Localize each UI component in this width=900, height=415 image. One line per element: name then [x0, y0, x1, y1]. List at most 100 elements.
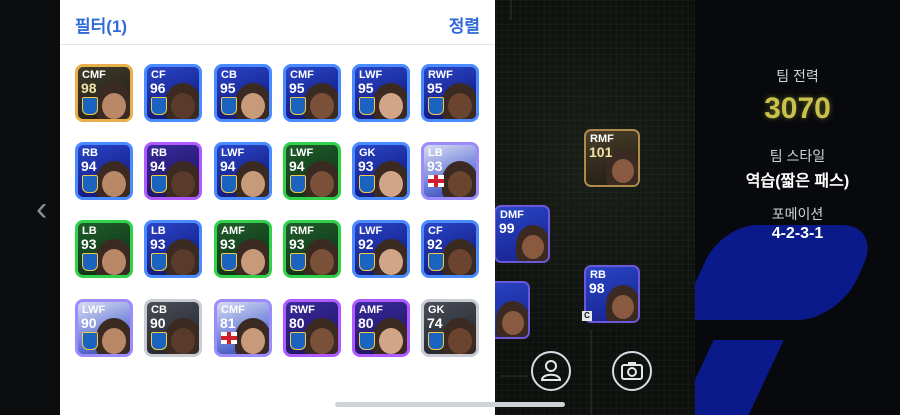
player-portrait — [442, 161, 476, 197]
player-portrait — [235, 83, 269, 119]
player-rating: 93 — [427, 158, 443, 174]
player-card[interactable]: GK 93 — [352, 142, 410, 200]
player-card[interactable]: LWF 94 — [283, 142, 341, 200]
player-card[interactable]: LWF 90 — [75, 299, 133, 357]
player-rating: 90 — [150, 315, 166, 331]
player-portrait — [442, 239, 476, 275]
player-rating: 93 — [150, 236, 166, 252]
player-card[interactable]: LWF 94 — [214, 142, 272, 200]
player-card[interactable]: LB 93 — [144, 220, 202, 278]
player-rating: 90 — [81, 315, 97, 331]
player-card[interactable]: CF 96 — [144, 64, 202, 122]
player-rating: 98 — [589, 280, 605, 296]
player-rating: 99 — [499, 220, 515, 236]
formation-label: 포메이션 — [771, 206, 824, 222]
player-card[interactable]: RMF 93 — [283, 220, 341, 278]
formation-value: 4-2-3-1 — [771, 225, 824, 242]
player-card[interactable]: CB 90 — [144, 299, 202, 357]
club-badge-icon — [290, 175, 306, 193]
filter-button[interactable]: 필터(1) — [75, 12, 127, 37]
team-strength-label: 팀 전력 — [776, 68, 819, 84]
england-flag-icon — [221, 332, 237, 344]
club-badge-icon — [428, 332, 444, 350]
player-rating: 80 — [358, 315, 374, 331]
player-portrait — [516, 225, 548, 261]
player-card[interactable]: RWF 80 — [283, 299, 341, 357]
player-rating: 101 — [589, 144, 613, 160]
player-card[interactable]: AMF 80 — [352, 299, 410, 357]
player-portrait — [165, 318, 199, 354]
player-card[interactable]: RB 94 — [144, 142, 202, 200]
field-player-card[interactable]: DMF 99 — [494, 205, 550, 263]
club-badge-icon — [151, 332, 167, 350]
england-flag-icon — [428, 175, 444, 187]
player-card[interactable]: CMF 98 — [75, 64, 133, 122]
player-rating: 95 — [358, 80, 374, 96]
player-portrait — [165, 239, 199, 275]
player-card[interactable]: CB 95 — [214, 64, 272, 122]
player-card[interactable]: LB 93 — [421, 142, 479, 200]
field-player-card[interactable]: RB 98 — [584, 265, 640, 323]
background-shape — [695, 340, 784, 415]
chevron-left-icon[interactable]: ‹ — [36, 192, 47, 226]
player-rating: 94 — [81, 158, 97, 174]
player-card[interactable]: CMF 81 — [214, 299, 272, 357]
panel-header: 필터(1) 정렬 — [60, 0, 495, 45]
player-card[interactable]: CF 92 — [421, 220, 479, 278]
player-portrait — [373, 161, 407, 197]
player-portrait — [165, 161, 199, 197]
club-badge-icon — [221, 253, 237, 271]
pitch-line — [510, 0, 512, 20]
player-portrait — [304, 239, 338, 275]
club-badge-icon — [290, 253, 306, 271]
team-style-value: 역습(짧은 패스) — [745, 173, 850, 190]
team-summary-panel: 팀 전력 3070 팀 스타일 역습(짧은 패스) 포메이션 4-2-3-1 — [695, 0, 900, 415]
player-portrait — [373, 318, 407, 354]
profile-button[interactable] — [531, 351, 571, 391]
club-badge-icon — [151, 175, 167, 193]
camera-icon — [621, 362, 643, 380]
player-rating: 93 — [289, 236, 305, 252]
player-rating: 74 — [427, 315, 443, 331]
player-rating: 95 — [220, 80, 236, 96]
player-portrait — [304, 318, 338, 354]
club-badge-icon — [221, 97, 237, 115]
player-rating: 95 — [289, 80, 305, 96]
club-badge-icon — [428, 97, 444, 115]
player-portrait — [96, 318, 130, 354]
person-icon — [540, 360, 562, 381]
player-rating: 94 — [150, 158, 166, 174]
club-badge-icon — [290, 332, 306, 350]
club-badge-icon — [290, 97, 306, 115]
player-portrait — [304, 83, 338, 119]
player-card[interactable]: LB 93 — [75, 220, 133, 278]
sort-button[interactable]: 정렬 — [449, 12, 480, 37]
player-portrait — [373, 83, 407, 119]
player-portrait — [96, 161, 130, 197]
player-rating: 95 — [427, 80, 443, 96]
player-portrait — [165, 83, 199, 119]
player-rating: 80 — [289, 315, 305, 331]
club-badge-icon — [359, 332, 375, 350]
player-rating: 81 — [220, 315, 236, 331]
club-badge-icon — [428, 253, 444, 271]
player-portrait — [606, 285, 638, 321]
player-card[interactable]: AMF 93 — [214, 220, 272, 278]
player-card[interactable]: GK 74 — [421, 299, 479, 357]
player-rating: 96 — [150, 80, 166, 96]
player-card[interactable]: LWF 92 — [352, 220, 410, 278]
field-player-card[interactable]: RMF 101 — [584, 129, 640, 187]
player-portrait — [442, 83, 476, 119]
player-portrait — [235, 239, 269, 275]
player-card[interactable]: RWF 95 — [421, 64, 479, 122]
camera-button[interactable] — [612, 351, 652, 391]
club-badge-icon — [82, 332, 98, 350]
player-card[interactable]: RB 94 — [75, 142, 133, 200]
player-portrait — [442, 318, 476, 354]
club-badge-icon — [82, 175, 98, 193]
team-strength-value: 3070 — [764, 92, 831, 125]
club-badge-icon — [151, 253, 167, 271]
player-card[interactable]: CMF 95 — [283, 64, 341, 122]
player-card[interactable]: LWF 95 — [352, 64, 410, 122]
player-select-panel: 필터(1) 정렬 CMF 98 CF 96 CB 95 CMF 95 LWF 95 RWF 95 RB 9… — [60, 0, 495, 415]
